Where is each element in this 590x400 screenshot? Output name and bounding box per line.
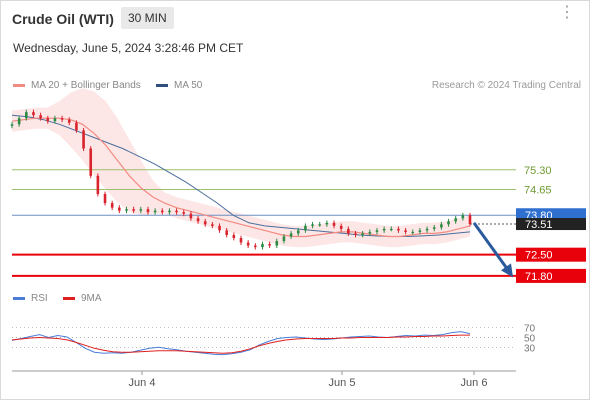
candle-body — [246, 242, 250, 246]
level-label-72.50: 72.50 — [525, 250, 553, 262]
candle-body — [440, 224, 443, 228]
candle-body — [361, 233, 364, 235]
candle-body — [404, 230, 407, 232]
candle-body — [397, 228, 400, 231]
candle-body — [268, 244, 271, 246]
candle-body — [289, 233, 293, 237]
x-tick-label-Jun 5: Jun 5 — [329, 377, 356, 389]
candle-body — [75, 122, 78, 131]
candle-body — [189, 213, 193, 219]
candle-body — [39, 115, 42, 119]
x-tick-label-Jun 4: Jun 4 — [129, 377, 156, 389]
candle-body — [425, 228, 429, 231]
candle-body — [125, 209, 128, 211]
candle-body — [418, 230, 422, 232]
candle-body — [175, 210, 178, 213]
candle-body — [53, 118, 57, 122]
candle-body — [17, 118, 21, 125]
candle-body — [382, 228, 386, 231]
candle-body — [10, 124, 14, 126]
candle-body — [139, 209, 143, 211]
candle-body — [239, 237, 243, 243]
candle-body — [375, 230, 379, 232]
candle-body — [82, 130, 85, 149]
candle-body — [32, 112, 35, 116]
candle-body — [60, 118, 64, 120]
candle-body — [368, 231, 372, 234]
candle-body — [203, 221, 207, 225]
candle-body — [318, 224, 322, 226]
candle-body — [146, 209, 150, 213]
last-price-label: 73.51 — [525, 219, 553, 231]
candle-body — [411, 231, 415, 234]
candle-body — [347, 228, 350, 234]
candle-body — [468, 215, 472, 225]
candle-body — [110, 203, 114, 208]
candle-body — [232, 234, 236, 238]
candle-body — [118, 207, 121, 211]
candle-body — [325, 222, 329, 225]
x-tick-label-Jun 6: Jun 6 — [461, 377, 488, 389]
candle-body — [25, 112, 28, 119]
candle-body — [432, 227, 436, 229]
candle-body — [103, 194, 107, 204]
candle-body — [332, 222, 336, 226]
candle-body — [46, 118, 50, 122]
candle-body — [196, 218, 200, 222]
level-label-71.80: 71.80 — [525, 271, 553, 283]
candle-body — [461, 215, 465, 219]
candle-body — [296, 230, 300, 234]
level-label-74.65: 74.65 — [524, 184, 552, 196]
candle-body — [261, 244, 264, 248]
candle-body — [275, 241, 279, 246]
candle-body — [96, 175, 100, 195]
candle-body — [132, 209, 135, 211]
candle-body — [304, 225, 307, 231]
candle-body — [454, 218, 457, 222]
chart-canvas: 75.3074.6573.8072.5071.8073.51705030Jun … — [10, 88, 586, 389]
candle-body — [354, 233, 357, 235]
candle-body — [218, 225, 221, 231]
forecast-arrow — [472, 221, 511, 273]
rsi-tick-30: 30 — [524, 343, 536, 354]
bollinger-band — [12, 88, 470, 248]
level-label-75.30: 75.30 — [524, 165, 552, 177]
candle-body — [339, 225, 343, 229]
candle-body — [389, 228, 393, 231]
candle-body — [168, 210, 171, 213]
candle-body — [211, 224, 214, 226]
candle-body — [67, 119, 71, 123]
candle-body — [282, 236, 286, 242]
candle-body — [182, 212, 186, 214]
candle-body — [311, 224, 314, 226]
candle-body — [160, 210, 164, 213]
candle-body — [225, 230, 228, 235]
candle-body — [447, 221, 450, 225]
candle-body — [254, 245, 257, 248]
candle-body — [153, 210, 157, 213]
candle-body — [89, 148, 93, 176]
